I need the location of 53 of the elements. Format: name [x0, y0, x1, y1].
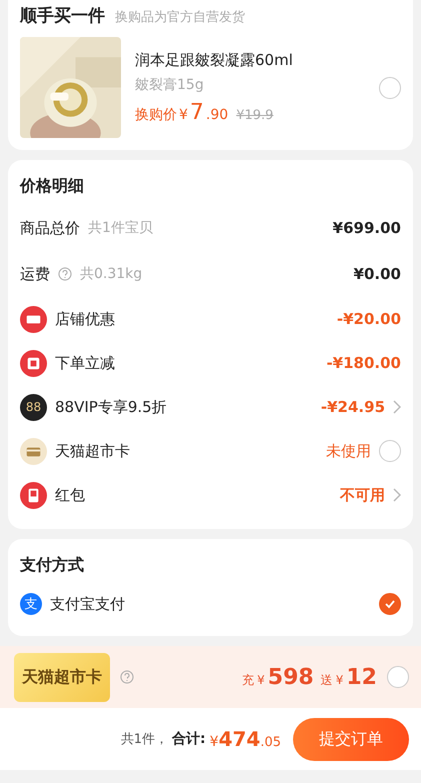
row-label: 运费 [20, 264, 50, 284]
row-value: 未使用 [326, 442, 371, 460]
row-label: 下单立减 [55, 354, 115, 372]
section-title: 价格明细 [20, 176, 85, 197]
payment-method[interactable]: 支付宝支付 [50, 594, 125, 614]
coupon-icon [20, 306, 47, 332]
row-value: -¥24.95 [320, 398, 385, 416]
row-value: -¥20.00 [336, 310, 401, 328]
recharge-label: 充 [242, 672, 254, 688]
price-integer: 7 [190, 100, 204, 124]
payment-icon: 支 [20, 593, 42, 615]
check-icon [384, 598, 396, 610]
card-badge: 天猫超市卡 [14, 652, 110, 702]
radio-button[interactable] [387, 666, 409, 688]
original-price: ¥19.9 [236, 108, 274, 122]
radio-button[interactable] [379, 440, 401, 462]
bonus-amount: 12 [346, 664, 377, 690]
vip-icon: 88 [20, 394, 47, 420]
item-count: 共1件， [120, 731, 168, 748]
row-value: ¥699.00 [332, 219, 401, 237]
recharge-amount: 598 [268, 664, 314, 690]
row-label: 商品总价 [20, 218, 80, 238]
radio-button[interactable] [379, 593, 401, 615]
row-note: 共1件宝贝 [88, 219, 153, 237]
total-integer: 474 [218, 727, 260, 751]
currency-sign: ¥ [210, 734, 219, 750]
row-note: 共0.31kg [80, 265, 142, 283]
discount-icon [20, 350, 47, 376]
product-spec: 皴裂膏15g [135, 76, 205, 94]
row-value: 不可用 [340, 486, 385, 504]
currency-sign: ¥ [257, 672, 265, 686]
section-title: 支付方式 [20, 555, 85, 576]
section-title: 顺手买一件 [20, 5, 105, 27]
section-subtitle: 换购品为官方自营发货 [115, 9, 245, 26]
row-label: 88VIP专享9.5折 [55, 398, 167, 416]
row-value: -¥180.00 [326, 354, 401, 372]
currency-sign: ¥ [179, 106, 188, 122]
envelope-icon [20, 482, 47, 508]
currency-sign: ¥ [336, 672, 344, 686]
row-label: 红包 [55, 486, 85, 504]
help-icon[interactable] [58, 267, 72, 281]
help-icon[interactable] [120, 670, 134, 684]
price-decimal: .90 [206, 106, 228, 122]
row-value: ¥0.00 [354, 265, 401, 283]
radio-button[interactable] [379, 76, 401, 98]
product-name: 润本足跟皴裂凝露60ml [135, 50, 294, 70]
bonus-label: 送 [320, 672, 333, 688]
price-label: 换购价 [135, 106, 177, 124]
total-decimal: .05 [260, 735, 281, 750]
total-label: 合计: [172, 730, 206, 748]
row-label: 天猫超市卡 [55, 442, 130, 460]
card-icon [20, 438, 47, 464]
row-label: 店铺优惠 [55, 310, 115, 328]
